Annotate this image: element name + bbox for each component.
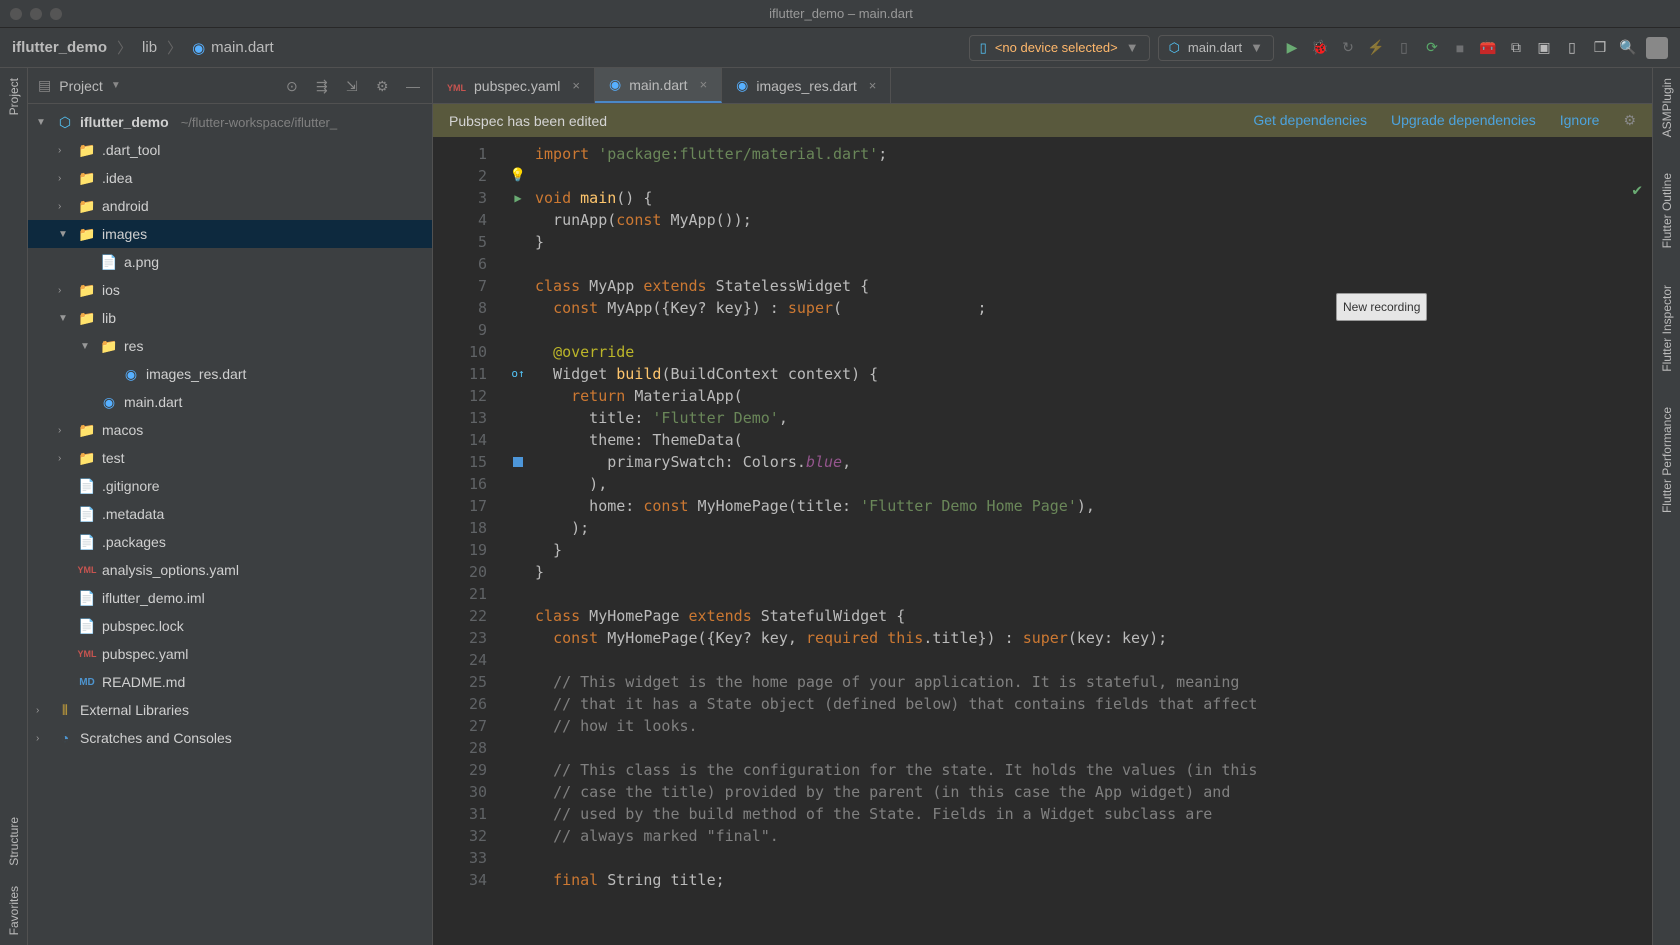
tree-row[interactable]: ◉main.dart bbox=[28, 388, 432, 416]
tree-row[interactable]: 📄pubspec.lock bbox=[28, 612, 432, 640]
tree-row[interactable]: ›⫴External Libraries bbox=[28, 696, 432, 724]
project-panel-header: ▤ Project ▼ ⊙ ⇶ ⇲ ⚙ — bbox=[28, 68, 432, 104]
device-selector[interactable]: ▯ <no device selected> ▼ bbox=[969, 35, 1150, 61]
tree-row[interactable]: ›◔Scratches and Consoles bbox=[28, 724, 432, 752]
tooltip-new-recording: New recording bbox=[1336, 293, 1427, 321]
breadcrumb-file[interactable]: ◉main.dart bbox=[192, 39, 274, 57]
tree-row[interactable]: ▼📁images bbox=[28, 220, 432, 248]
window-title: iflutter_demo – main.dart bbox=[62, 6, 1620, 21]
tree-row[interactable]: YMLpubspec.yaml bbox=[28, 640, 432, 668]
devices-icon[interactable]: ▯ bbox=[1562, 38, 1582, 58]
attach-icon[interactable]: ▯ bbox=[1394, 38, 1414, 58]
minimize-window-button[interactable] bbox=[30, 8, 42, 20]
close-icon[interactable]: × bbox=[700, 77, 708, 92]
tree-row[interactable]: ▼📁lib bbox=[28, 304, 432, 332]
coverage-icon[interactable]: ↻ bbox=[1338, 38, 1358, 58]
tree-row[interactable]: ›📁ios bbox=[28, 276, 432, 304]
project-panel: ▤ Project ▼ ⊙ ⇶ ⇲ ⚙ — ▼⬡iflutter_demo~/f… bbox=[28, 68, 433, 945]
expand-icon[interactable]: ⇲ bbox=[346, 78, 362, 94]
tree-row[interactable]: 📄.metadata bbox=[28, 500, 432, 528]
hide-icon[interactable]: — bbox=[406, 78, 422, 94]
editor-area: YMLpubspec.yaml×◉main.dart×◉images_res.d… bbox=[433, 68, 1652, 945]
code-editor[interactable]: 1234567891011121314151617181920212223242… bbox=[433, 137, 1652, 945]
close-icon[interactable]: × bbox=[869, 78, 877, 93]
line-numbers: 1234567891011121314151617181920212223242… bbox=[433, 137, 505, 945]
tree-row-root[interactable]: ▼⬡iflutter_demo~/flutter-workspace/iflut… bbox=[28, 108, 432, 136]
left-tool-rail: Project Structure Favorites bbox=[0, 68, 28, 945]
right-tab-flutter-inspector[interactable]: Flutter Inspector bbox=[1658, 275, 1676, 382]
close-window-button[interactable] bbox=[10, 8, 22, 20]
breadcrumb: iflutter_demo 〉 lib 〉 ◉main.dart bbox=[12, 37, 274, 58]
tree-row[interactable]: YMLanalysis_options.yaml bbox=[28, 556, 432, 584]
tree-row[interactable]: 📄.gitignore bbox=[28, 472, 432, 500]
right-tab-flutter-outline[interactable]: Flutter Outline bbox=[1658, 163, 1676, 258]
close-icon[interactable]: × bbox=[572, 78, 580, 93]
project-tree[interactable]: ▼⬡iflutter_demo~/flutter-workspace/iflut… bbox=[28, 104, 432, 756]
settings-icon[interactable]: ⚙ bbox=[376, 78, 392, 94]
analysis-ok-icon: ✔ bbox=[1632, 179, 1642, 201]
cube-icon[interactable]: ❒ bbox=[1590, 38, 1610, 58]
window-titlebar: iflutter_demo – main.dart bbox=[0, 0, 1680, 28]
get-dependencies-link[interactable]: Get dependencies bbox=[1253, 112, 1367, 129]
code-body[interactable]: import 'package:flutter/material.dart'; … bbox=[531, 137, 1652, 945]
tree-row[interactable]: ›📁android bbox=[28, 192, 432, 220]
right-tool-rail: ASMPlugin Flutter Outline Flutter Inspec… bbox=[1652, 68, 1680, 945]
collapse-icon[interactable]: ⇶ bbox=[316, 78, 332, 94]
left-tab-favorites[interactable]: Favorites bbox=[5, 876, 23, 945]
hotreload-icon[interactable]: ⟳ bbox=[1422, 38, 1442, 58]
search-icon[interactable]: 🔍 bbox=[1618, 38, 1638, 58]
layout-icon[interactable]: ⧉ bbox=[1506, 38, 1526, 58]
avatar-icon[interactable] bbox=[1646, 37, 1668, 59]
tree-row[interactable]: ›📁.dart_tool bbox=[28, 136, 432, 164]
tree-row[interactable]: ▼📁res bbox=[28, 332, 432, 360]
locate-icon[interactable]: ⊙ bbox=[286, 78, 302, 94]
traffic-lights bbox=[10, 8, 62, 20]
pubspec-notification: Pubspec has been edited Get dependencies… bbox=[433, 104, 1652, 137]
breadcrumb-project[interactable]: iflutter_demo bbox=[12, 39, 107, 56]
editor-tab[interactable]: ◉main.dart× bbox=[595, 68, 722, 103]
maximize-window-button[interactable] bbox=[50, 8, 62, 20]
gutter-marks: 💡▶o↑ bbox=[505, 137, 531, 945]
tree-row[interactable]: MDREADME.md bbox=[28, 668, 432, 696]
profile-icon[interactable]: ⚡ bbox=[1366, 38, 1386, 58]
tree-row[interactable]: ›📁macos bbox=[28, 416, 432, 444]
editor-tabs: YMLpubspec.yaml×◉main.dart×◉images_res.d… bbox=[433, 68, 1652, 104]
editor-tab[interactable]: YMLpubspec.yaml× bbox=[433, 68, 595, 103]
editor-tab[interactable]: ◉images_res.dart× bbox=[722, 68, 891, 103]
toolbox-icon[interactable]: 🧰 bbox=[1478, 38, 1498, 58]
breadcrumb-folder[interactable]: lib bbox=[142, 39, 157, 56]
tree-row[interactable]: ›📁test bbox=[28, 444, 432, 472]
notification-gear-icon[interactable]: ⚙ bbox=[1623, 112, 1636, 129]
run-icon[interactable]: ▶ bbox=[1282, 38, 1302, 58]
main-toolbar: iflutter_demo 〉 lib 〉 ◉main.dart ▯ <no d… bbox=[0, 28, 1680, 68]
stop-icon[interactable]: ■ bbox=[1450, 38, 1470, 58]
tree-row[interactable]: 📄iflutter_demo.iml bbox=[28, 584, 432, 612]
left-tab-project[interactable]: Project bbox=[5, 68, 23, 125]
right-tab-flutter-performance[interactable]: Flutter Performance bbox=[1658, 397, 1676, 523]
upgrade-dependencies-link[interactable]: Upgrade dependencies bbox=[1391, 112, 1536, 129]
tree-row[interactable]: ›📁.idea bbox=[28, 164, 432, 192]
run-config-selector[interactable]: ⬡ main.dart ▼ bbox=[1158, 35, 1274, 61]
tree-row[interactable]: 📄a.png bbox=[28, 248, 432, 276]
right-tab-asmplugin[interactable]: ASMPlugin bbox=[1658, 68, 1676, 147]
tree-row[interactable]: 📄.packages bbox=[28, 528, 432, 556]
inspector-icon[interactable]: ▣ bbox=[1534, 38, 1554, 58]
ignore-link[interactable]: Ignore bbox=[1560, 112, 1600, 129]
debug-icon[interactable]: 🐞 bbox=[1310, 38, 1330, 58]
left-tab-structure[interactable]: Structure bbox=[5, 807, 23, 876]
tree-row[interactable]: ◉images_res.dart bbox=[28, 360, 432, 388]
